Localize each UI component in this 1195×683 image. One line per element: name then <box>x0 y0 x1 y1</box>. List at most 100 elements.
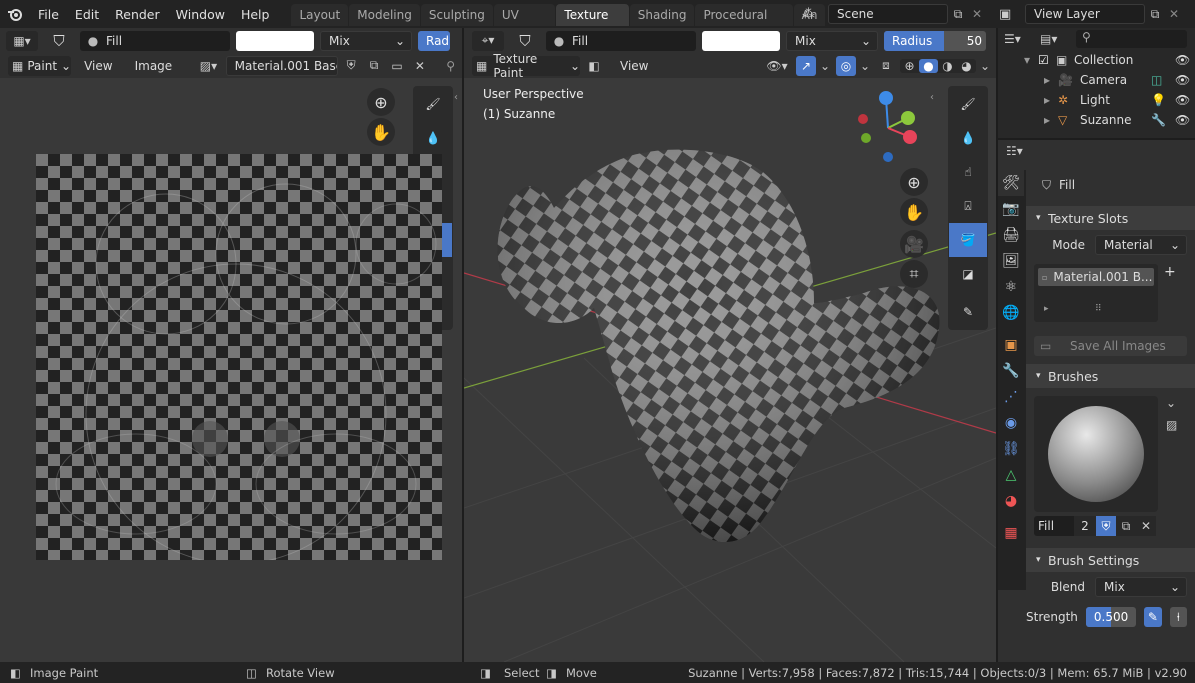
fake-user-icon[interactable]: ⛨ <box>342 58 361 73</box>
image-name-field[interactable]: Material.001 Base ... <box>225 55 338 76</box>
new-view-layer-icon[interactable]: ⧉ <box>1145 7 1165 22</box>
menu-help[interactable]: Help <box>233 7 278 22</box>
tab-sculpting[interactable]: Sculpting <box>420 4 493 26</box>
pressure-icon[interactable]: ✎ <box>1144 607 1162 627</box>
menu-view[interactable]: View <box>75 59 121 73</box>
pin-icon[interactable]: ⚲ <box>439 59 462 73</box>
menu-edit[interactable]: Edit <box>67 7 107 22</box>
tab-procedural-texture[interactable]: Procedural Texture <box>695 4 793 26</box>
texture-slots-panel-header[interactable]: ▾ Texture Slots <box>1026 206 1195 230</box>
physics-tab-icon[interactable]: ◉ <box>998 410 1024 436</box>
tab-texture-paint[interactable]: Texture Paint <box>556 4 629 26</box>
uv-texture-image[interactable] <box>36 154 442 560</box>
brush-settings-panel-header[interactable]: ▾ Brush Settings <box>1026 548 1195 572</box>
scene-selector[interactable]: ⁂ Scene ⧉ ✕ <box>802 4 986 24</box>
new-image-icon[interactable]: ⧉ <box>365 58 384 73</box>
texture-paint-mode-dropdown[interactable]: ▦ Texture Paint ⌄ <box>472 52 580 80</box>
scene-name-field[interactable]: Scene <box>828 4 948 24</box>
viewport-editor-type-icon[interactable]: ⌖▾ <box>472 30 504 51</box>
outliner-row-collection[interactable]: ▾ ☑ ▣ Collection 👁 <box>998 50 1195 70</box>
viewport-menu-view[interactable]: View <box>608 59 660 73</box>
outliner-row-suzanne[interactable]: ▸ ▽ Suzanne 🔧 👁 <box>998 110 1195 130</box>
brush-fake-user-icon[interactable]: ⛨ <box>1096 516 1116 536</box>
vp-tool-annotate[interactable]: ✎ <box>949 295 987 329</box>
brush-preview[interactable] <box>1034 396 1158 512</box>
object-tab-icon[interactable]: ▣ <box>998 332 1024 358</box>
solid-shading-icon[interactable]: ● <box>919 58 938 73</box>
brush-duplicate-icon[interactable]: ⧉ <box>1116 516 1136 536</box>
viewport-brush-icon[interactable]: ⛉ <box>510 32 540 50</box>
image-browse-icon[interactable]: ▨▾ <box>195 56 221 76</box>
blend-dropdown[interactable]: Mix ⌄ <box>320 30 412 51</box>
tab-layout[interactable]: Layout <box>291 4 349 26</box>
tool-tab-icon[interactable]: 🛠 <box>998 170 1024 196</box>
overlay-toggle-icon[interactable]: ◎ <box>836 55 856 76</box>
vp-tool-draw[interactable]: 🖌 <box>949 87 987 121</box>
suzanne-visibility-icon[interactable]: 👁 <box>1175 113 1195 127</box>
viewport-pan-hand-icon[interactable]: ✋ <box>900 198 928 226</box>
material-tab-icon[interactable]: ◕ <box>998 488 1024 514</box>
navigation-gizmo[interactable] <box>848 88 928 168</box>
suzanne-mesh[interactable] <box>497 149 940 542</box>
gizmo-z-icon[interactable] <box>879 91 893 105</box>
tool-soften[interactable]: 💧 <box>414 121 452 155</box>
viewport-brush-selector[interactable]: ● Fill <box>546 30 696 51</box>
output-tab-icon[interactable]: 🖨 <box>998 222 1024 248</box>
view-layer-name-field[interactable]: View Layer <box>1025 4 1145 24</box>
brush-selector[interactable]: ● Fill <box>80 30 230 51</box>
scene-tab-icon[interactable]: ⚛ <box>998 274 1024 300</box>
camera-visibility-icon[interactable]: 👁 <box>1175 73 1195 87</box>
tab-modeling[interactable]: Modeling <box>349 4 420 26</box>
brush-icon[interactable]: ⛉ <box>44 32 74 50</box>
brush-name-field[interactable]: Fill <box>1034 516 1074 536</box>
delete-scene-icon[interactable]: ✕ <box>968 7 986 21</box>
brushes-panel-header[interactable]: ▾ Brushes <box>1026 364 1195 388</box>
outliner-search-field[interactable]: ⚲ <box>1076 30 1187 48</box>
tab-uv-editing[interactable]: UV Editing <box>493 4 556 26</box>
delete-view-layer-icon[interactable]: ✕ <box>1165 7 1183 21</box>
menu-image[interactable]: Image <box>126 59 182 73</box>
view-layer-tab-icon[interactable]: 🖼 <box>998 248 1024 274</box>
display-mode-icon[interactable]: ▤▾ <box>1040 32 1070 46</box>
zoom-icon[interactable]: ⊕ <box>367 88 395 116</box>
data-tab-icon[interactable]: △ <box>998 462 1024 488</box>
brush-unlink-icon[interactable]: ✕ <box>1136 516 1156 536</box>
wireframe-shading-icon[interactable]: ⊕ <box>900 59 919 73</box>
brush-users-count[interactable]: 2 <box>1074 516 1096 536</box>
outliner-editor-type-icon[interactable]: ☰▾ <box>1004 32 1034 46</box>
world-tab-icon[interactable]: 🌐 <box>998 300 1024 326</box>
visibility-icon[interactable]: 👁▾ <box>762 59 792 73</box>
gizmo-dropdown-icon[interactable]: ⌄ <box>820 59 832 73</box>
xray-icon[interactable]: ⧈ <box>876 58 896 73</box>
overlay-dropdown-icon[interactable]: ⌄ <box>860 59 872 73</box>
collapse-sidebar-icon[interactable]: ‹ <box>930 92 934 103</box>
collection-visibility-icon[interactable]: 👁 <box>1175 53 1195 67</box>
material-shading-icon[interactable]: ◑ <box>938 59 957 73</box>
collapse-toolbar-icon[interactable]: ‹ <box>454 92 458 103</box>
viewport-radius-field[interactable]: Radius 50 <box>884 30 986 51</box>
blender-logo-icon[interactable] <box>0 7 30 21</box>
texture-slot-item[interactable]: ▫ Material.001 B... <box>1038 268 1154 286</box>
brush-image-icon[interactable]: ▨ <box>1166 418 1177 432</box>
new-scene-icon[interactable]: ⧉ <box>948 7 968 22</box>
viewport-blend-dropdown[interactable]: Mix ⌄ <box>786 30 878 51</box>
render-tab-icon[interactable]: 📷 <box>998 196 1024 222</box>
properties-editor-type-icon[interactable]: ☷▾ <box>1006 144 1023 158</box>
pan-hand-icon[interactable]: ✋ <box>367 118 395 146</box>
open-image-icon[interactable]: ▭ <box>388 59 407 73</box>
vp-tool-fill[interactable]: 🪣 <box>949 223 987 257</box>
paint-mode-dropdown[interactable]: ▦ Paint ⌄ <box>8 55 72 76</box>
expand-list-icon[interactable]: ▸ <box>1044 304 1049 314</box>
gizmo-y-icon[interactable] <box>901 111 915 125</box>
gizmo-x-icon[interactable] <box>903 130 917 144</box>
light-visibility-icon[interactable]: 👁 <box>1175 93 1195 107</box>
texture-slots-mode-dropdown[interactable]: Material ⌄ <box>1095 235 1187 255</box>
menu-render[interactable]: Render <box>107 7 168 22</box>
rendered-shading-icon[interactable]: ◕ <box>957 59 976 73</box>
texture-tab-icon[interactable]: ▦ <box>998 520 1024 546</box>
modifier-tab-icon[interactable]: 🔧 <box>998 358 1024 384</box>
view-layer-selector[interactable]: ▣ View Layer ⧉ ✕ <box>999 4 1183 24</box>
collection-checkbox-icon[interactable]: ☑ <box>1038 53 1056 67</box>
shading-dropdown-icon[interactable]: ⌄ <box>980 59 996 73</box>
unified-strength-icon[interactable]: ⍿ <box>1169 607 1187 627</box>
